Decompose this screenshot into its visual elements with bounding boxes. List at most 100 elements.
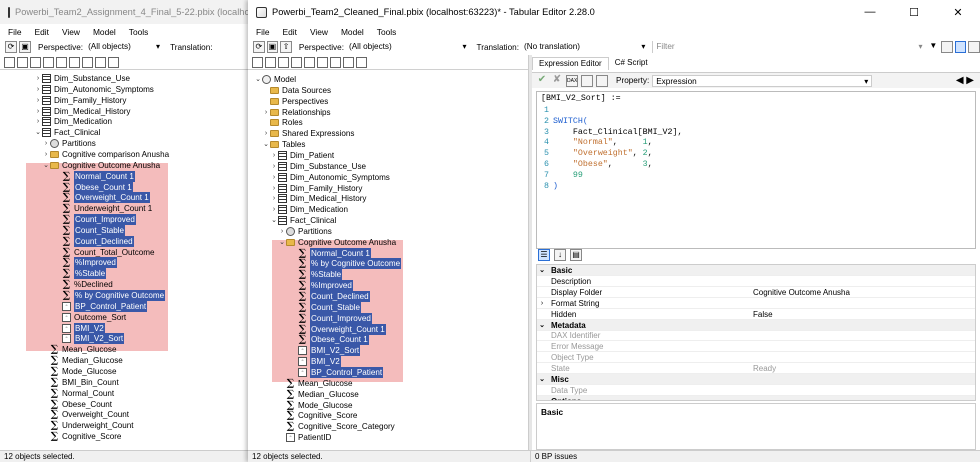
expand-icon[interactable] xyxy=(537,385,547,395)
deploy-icon[interactable]: ⇧ xyxy=(280,41,292,53)
tree-item[interactable]: ∑ Normal_Count 1 xyxy=(54,170,135,182)
tree-item[interactable]: ▫ PatientID xyxy=(278,432,331,443)
property-row[interactable]: Data Type xyxy=(537,385,975,396)
property-value[interactable] xyxy=(751,298,975,308)
tab-csharp-script[interactable]: C# Script xyxy=(609,57,654,70)
expand-icon[interactable]: ⌄ xyxy=(262,139,270,150)
expand-icon[interactable] xyxy=(537,287,547,297)
menu-item-edit[interactable]: Edit xyxy=(283,27,297,37)
menu-item-view[interactable]: View xyxy=(62,27,80,37)
property-category[interactable]: ⌄ Metadata xyxy=(537,319,975,331)
tree-item[interactable]: ▫ BP_Control_Patient xyxy=(290,366,384,378)
menu-item-tools[interactable]: Tools xyxy=(377,27,397,37)
expand-icon[interactable]: › xyxy=(262,128,270,139)
grid-icon[interactable] xyxy=(69,56,80,68)
tree-item[interactable]: ∑ Mode_Glucose xyxy=(278,400,353,411)
tree-item[interactable]: Data Sources xyxy=(262,85,331,96)
expand-icon[interactable] xyxy=(537,341,547,351)
property-value[interactable]: Ready xyxy=(751,363,975,373)
expand-icon[interactable]: ⌄ xyxy=(537,374,547,384)
tree-item[interactable]: ∑ Count_Improved xyxy=(54,214,136,226)
tree-item[interactable]: ∑ Normal_Count 1 xyxy=(290,247,371,259)
tree-item[interactable]: › Dim_Autonomic_Symptoms xyxy=(270,172,390,183)
tree-item[interactable]: ∑ %Declined xyxy=(54,279,113,290)
tree-item[interactable]: ⌄ Model xyxy=(254,74,296,85)
expand-icon[interactable]: › xyxy=(34,106,42,117)
filter-input[interactable]: Filter xyxy=(652,41,926,53)
expand-icon[interactable]: › xyxy=(34,73,42,84)
expand-icon[interactable]: ⌄ xyxy=(537,396,547,400)
tree-item[interactable]: ∑ Cognitive_Score xyxy=(278,410,358,421)
columns-icon[interactable] xyxy=(330,56,341,68)
property-row[interactable]: State Ready xyxy=(537,363,975,375)
expand-icon[interactable] xyxy=(537,363,547,373)
sigma-icon[interactable] xyxy=(252,56,263,68)
image-icon[interactable] xyxy=(56,56,67,68)
tree-item[interactable]: ∑ Count_Stable xyxy=(290,301,362,313)
expand-icon[interactable]: ⌄ xyxy=(254,74,262,85)
tree-item[interactable]: ∑ Count_Declined xyxy=(290,291,370,302)
tree-item[interactable]: › Dim_Family_History xyxy=(34,95,126,106)
format-icon[interactable] xyxy=(581,74,593,87)
tree-item[interactable]: ∑ BMI_Bin_Count xyxy=(42,377,119,388)
code-editor[interactable]: [BMI_V2_Sort] := 12345678 SWITCH( Fact_C… xyxy=(536,91,976,249)
tree-item[interactable]: ∑ Count_Declined xyxy=(54,235,134,247)
property-category[interactable]: ⌄Options xyxy=(537,395,975,400)
grid-icon[interactable] xyxy=(317,56,328,68)
expand-icon[interactable]: › xyxy=(278,226,286,237)
property-value[interactable] xyxy=(751,352,975,362)
copy-icon[interactable] xyxy=(356,56,367,68)
tree-item[interactable]: › Cognitive comparison Anusha xyxy=(42,149,169,160)
tree-item[interactable]: ∑ %Improved xyxy=(54,257,117,269)
tree-item[interactable]: ∑ Overweight_Count 1 xyxy=(290,323,386,335)
translation-dropdown[interactable]: (No translation) xyxy=(521,41,649,53)
layout-icon[interactable] xyxy=(941,41,953,53)
tree-item[interactable]: › Dim_Medical_History xyxy=(270,193,366,204)
perspective-dropdown[interactable]: (All objects) xyxy=(345,41,470,53)
tree-item[interactable]: › Dim_Substance_Use xyxy=(270,161,366,172)
open-icon[interactable]: ⟳ xyxy=(5,41,17,53)
tree-item[interactable]: ∑ Obese_Count xyxy=(42,399,112,410)
tree-item[interactable]: ∑ Normal_Count xyxy=(42,388,114,399)
menu-item-file[interactable]: File xyxy=(256,27,270,37)
tree-item[interactable]: Roles xyxy=(262,117,303,128)
tree-item[interactable]: ∑ %Stable xyxy=(54,268,107,280)
property-value[interactable] xyxy=(751,341,975,351)
dax-format-icon[interactable]: DAX xyxy=(566,74,578,87)
filter-icon[interactable]: ▼ xyxy=(927,41,939,53)
save-icon[interactable]: ▣ xyxy=(19,41,31,53)
tree-item[interactable]: ∑ Obese_Count 1 xyxy=(54,181,133,193)
menu-item-tools[interactable]: Tools xyxy=(129,27,149,37)
tree-item[interactable]: › Partitions xyxy=(42,138,96,149)
tree-item[interactable]: › Dim_Medication xyxy=(34,116,112,127)
property-row[interactable]: Display Folder Cognitive Outcome Anusha xyxy=(537,287,975,298)
tree-item[interactable]: › Shared Expressions xyxy=(262,128,355,139)
hierarchy-icon[interactable] xyxy=(17,56,28,68)
property-category[interactable]: ⌄ Misc xyxy=(537,374,975,385)
property-row[interactable]: DAX Identifier xyxy=(537,330,975,342)
tree-item[interactable]: ⌄ Cognitive Outcome Anusha xyxy=(278,237,396,248)
expand-icon[interactable] xyxy=(537,276,547,286)
tree-item[interactable]: ▫ BMI_V2_Sort xyxy=(290,345,361,357)
panel-icon[interactable] xyxy=(968,41,980,53)
expand-icon[interactable]: › xyxy=(34,116,42,127)
tree-item[interactable]: › Relationships xyxy=(262,107,331,118)
pin-icon[interactable] xyxy=(95,56,106,68)
tree-item[interactable]: ∑ Underweight_Count xyxy=(42,420,134,431)
tab-expression-editor[interactable]: Expression Editor xyxy=(532,57,609,70)
tree-view[interactable]: ⌄ Model Data Sources Perspectives › Relations… xyxy=(248,71,528,450)
property-value[interactable] xyxy=(751,276,975,286)
property-value[interactable]: False xyxy=(751,309,975,319)
tree-item[interactable]: › Dim_Substance_Use xyxy=(34,73,130,84)
sort-az-icon[interactable]: ↓ xyxy=(554,249,566,261)
menu-item-model[interactable]: Model xyxy=(341,27,364,37)
expand-icon[interactable]: › xyxy=(537,298,547,308)
expand-icon[interactable] xyxy=(537,352,547,362)
menu-item-view[interactable]: View xyxy=(310,27,328,37)
expand-icon[interactable]: ⌄ xyxy=(537,320,547,330)
tree-item[interactable]: › Dim_Medication xyxy=(270,204,348,215)
tree-item[interactable]: ⌄ Fact_Clinical xyxy=(34,127,100,138)
tree-view[interactable]: › Dim_Substance_Use › Dim_Autonomic_Symptom… xyxy=(0,71,249,450)
expand-icon[interactable] xyxy=(537,330,547,340)
property-row[interactable]: Hidden False xyxy=(537,309,975,320)
